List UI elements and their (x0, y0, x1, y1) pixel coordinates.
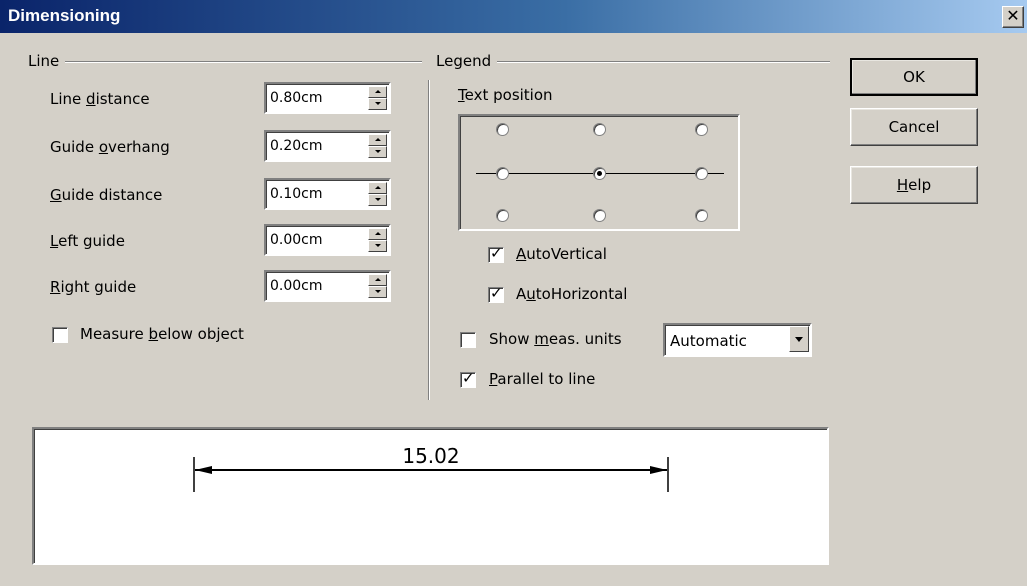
close-button[interactable]: ✕ (1002, 6, 1024, 28)
right-guide-field[interactable]: 0.00cm (264, 270, 391, 302)
left-guide-label: Left guide (50, 232, 125, 250)
left-guide-field[interactable]: 0.00cm (264, 224, 391, 256)
show-units-checkbox[interactable] (460, 332, 476, 348)
help-button[interactable]: Help (850, 166, 978, 204)
spin-down-icon[interactable] (368, 240, 387, 252)
line-group-frame (28, 61, 422, 63)
auto-vertical-checkbox[interactable]: ✓ (488, 244, 504, 263)
show-units-label: Show meas. units (489, 330, 622, 348)
right-guide-label: Right guide (50, 278, 137, 296)
text-position-label: Text position (458, 86, 553, 104)
spin-down-icon[interactable] (368, 146, 387, 158)
text-position-radio[interactable] (695, 167, 708, 180)
guide-overhang-value: 0.20cm (270, 138, 323, 154)
text-position-radio[interactable] (695, 209, 708, 222)
dimension-preview: 15.02 (32, 427, 829, 565)
line-distance-value: 0.80cm (270, 90, 323, 106)
units-select[interactable]: Automatic (663, 323, 812, 357)
line-group-label: Line (28, 52, 66, 70)
spin-up-icon[interactable] (368, 274, 387, 286)
measure-below-checkbox[interactable] (52, 327, 68, 343)
dimension-value: 15.02 (402, 444, 459, 468)
guide-distance-label: Guide distance (50, 186, 163, 204)
text-position-radio-selected[interactable] (593, 167, 606, 180)
dimension-line-graphic: 15.02 (193, 444, 669, 492)
units-select-value: Automatic (670, 332, 747, 350)
group-divider (428, 80, 430, 400)
line-distance-field[interactable]: 0.80cm (264, 82, 391, 114)
line-distance-label: Line distance (50, 90, 150, 108)
auto-vertical-label: AutoVertical (516, 245, 607, 263)
spin-up-icon[interactable] (368, 228, 387, 240)
left-guide-value: 0.00cm (270, 232, 323, 248)
dimensioning-dialog: Dimensioning ✕ Line Line distance 0.80cm… (0, 0, 1027, 586)
parallel-label: Parallel to line (489, 370, 596, 388)
check-icon: ✓ (490, 244, 503, 262)
parallel-checkbox[interactable]: ✓ (460, 369, 476, 388)
right-guide-value: 0.00cm (270, 278, 323, 294)
text-position-selector[interactable] (458, 114, 740, 231)
spin-down-icon[interactable] (368, 194, 387, 206)
text-position-radio[interactable] (593, 123, 606, 136)
auto-horizontal-label: AutoHorizontal (516, 285, 628, 303)
window-title: Dimensioning (8, 6, 121, 25)
cancel-button[interactable]: Cancel (850, 108, 978, 146)
text-position-radio[interactable] (593, 209, 606, 222)
text-position-radio[interactable] (695, 123, 708, 136)
guide-distance-field[interactable]: 0.10cm (264, 178, 391, 210)
spin-down-icon[interactable] (368, 286, 387, 298)
spin-up-icon[interactable] (368, 182, 387, 194)
measure-below-label: Measure below object (80, 325, 244, 343)
spin-down-icon[interactable] (368, 98, 387, 110)
close-icon: ✕ (1006, 6, 1020, 25)
spin-up-icon[interactable] (368, 134, 387, 146)
check-icon: ✓ (490, 284, 503, 302)
guide-overhang-field[interactable]: 0.20cm (264, 130, 391, 162)
guide-overhang-label: Guide overhang (50, 138, 170, 156)
ok-button[interactable]: OK (850, 58, 978, 96)
text-position-radio[interactable] (496, 209, 509, 222)
text-position-radio[interactable] (496, 167, 509, 180)
guide-distance-value: 0.10cm (270, 186, 323, 202)
check-icon: ✓ (462, 369, 475, 387)
title-bar: Dimensioning ✕ (0, 0, 1027, 33)
spin-up-icon[interactable] (368, 86, 387, 98)
text-position-radio[interactable] (496, 123, 509, 136)
auto-horizontal-checkbox[interactable]: ✓ (488, 284, 504, 303)
legend-group-label: Legend (436, 52, 498, 70)
chevron-down-icon[interactable] (789, 326, 809, 352)
